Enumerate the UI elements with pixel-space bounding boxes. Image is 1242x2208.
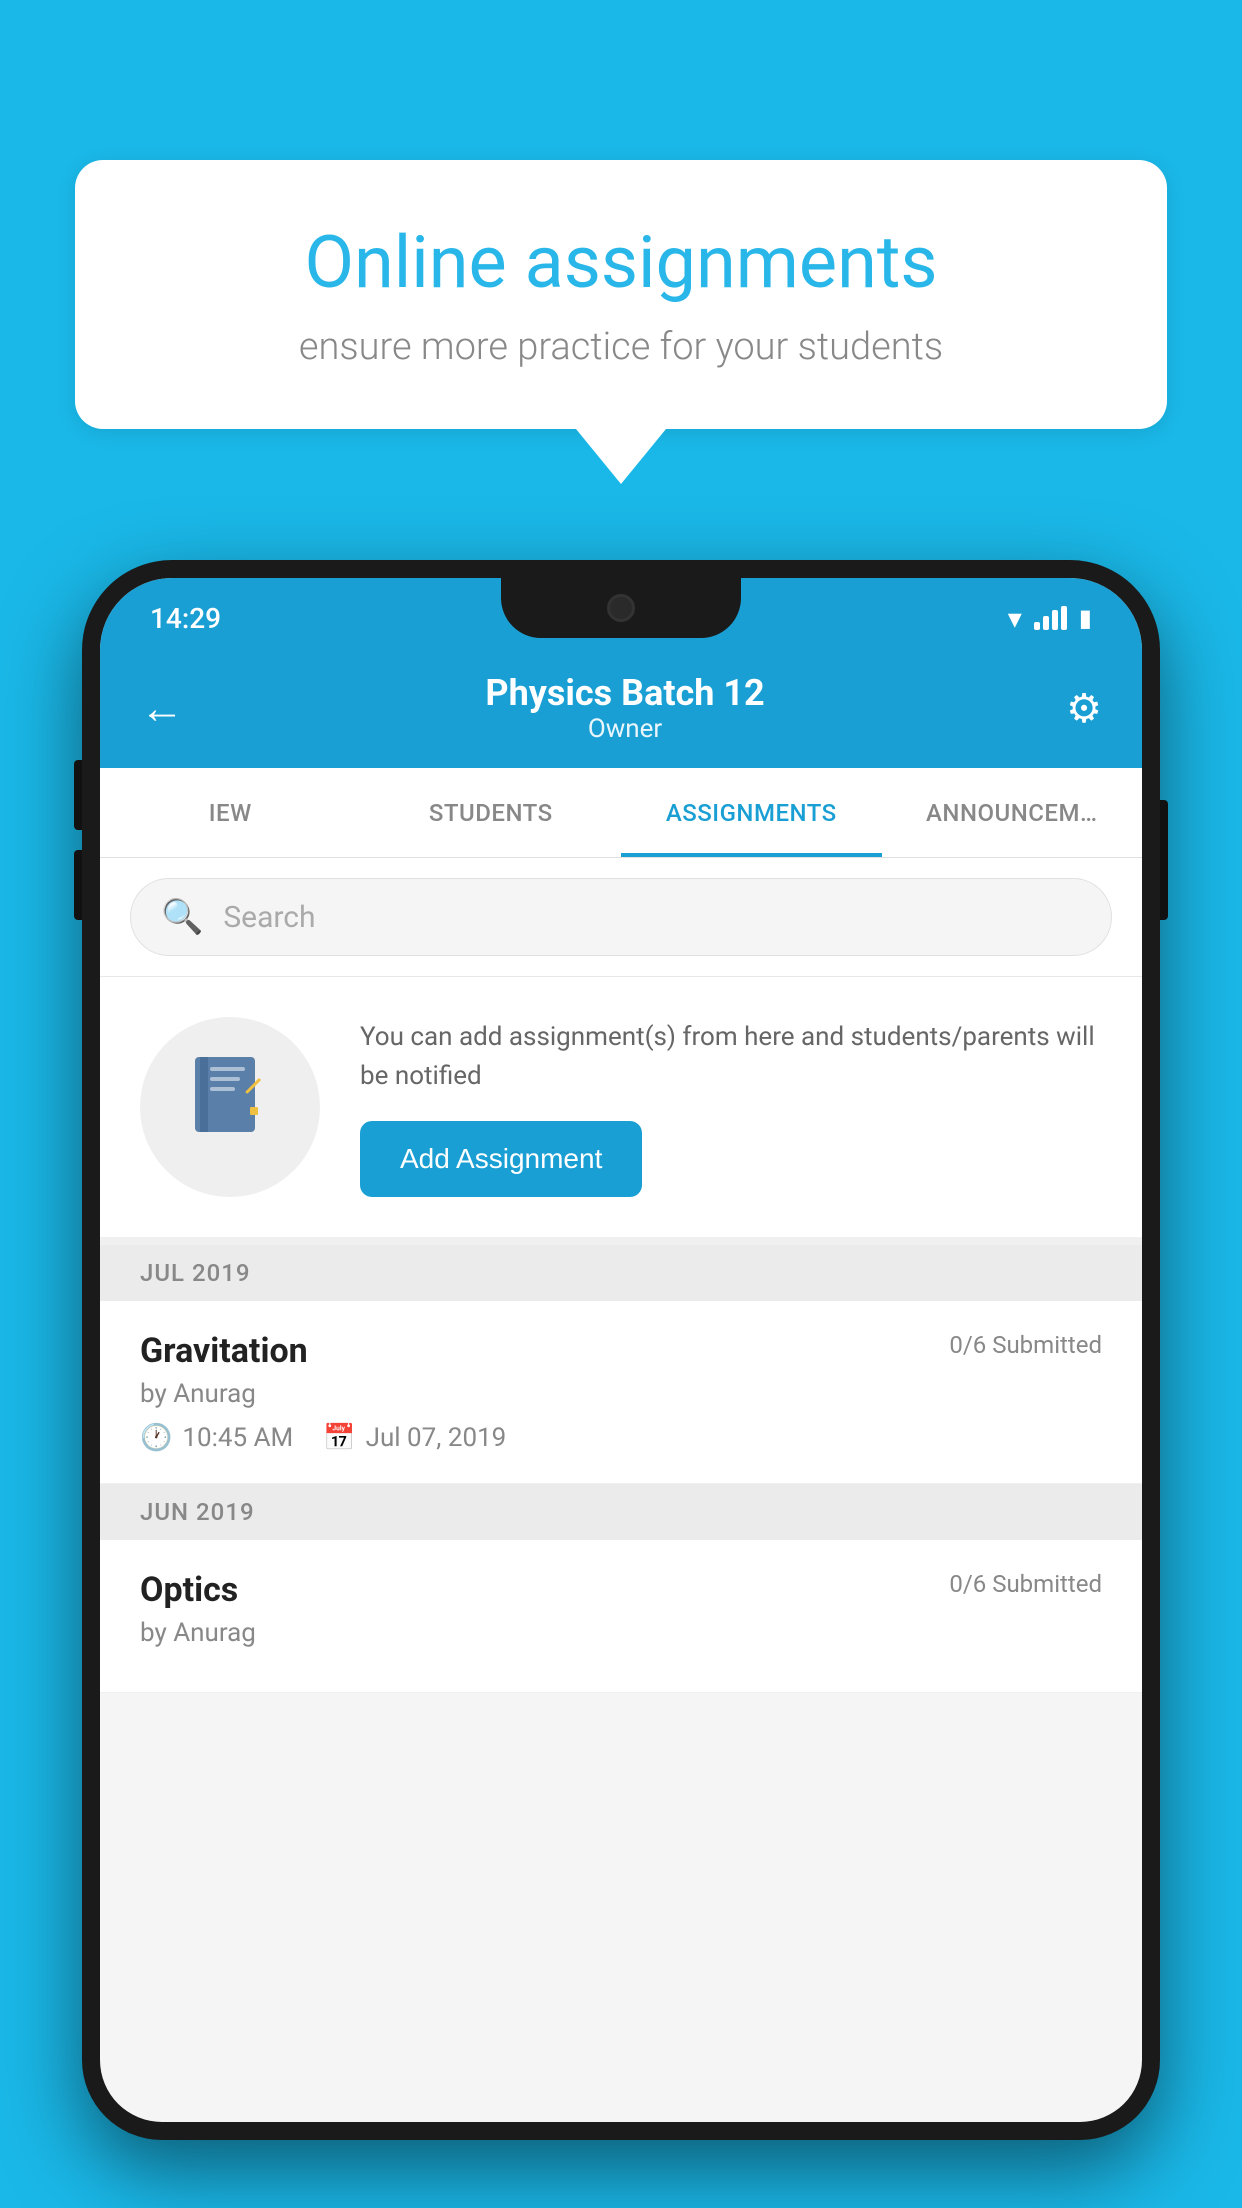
app-header: ← Physics Batch 12 Owner ⚙ — [100, 648, 1142, 768]
tab-assignments[interactable]: ASSIGNMENTS — [621, 768, 882, 857]
header-subtitle: Owner — [485, 714, 764, 744]
calendar-icon: 📅 — [323, 1423, 355, 1453]
assignment-top-row: Gravitation 0/6 Submitted — [140, 1331, 1102, 1371]
power-button — [1160, 800, 1168, 920]
search-bar[interactable]: 🔍 Search — [130, 878, 1112, 956]
volume-up-button — [74, 760, 82, 830]
speech-bubble-section: Online assignments ensure more practice … — [75, 160, 1167, 484]
tab-iew[interactable]: IEW — [100, 768, 361, 857]
assignment-date: 📅 Jul 07, 2019 — [323, 1423, 506, 1453]
bubble-title: Online assignments — [145, 220, 1097, 305]
phone-screen: 14:29 ▾ ▮ ← Physics Batch 12 — [100, 578, 1142, 2122]
assignment-time: 🕐 10:45 AM — [140, 1423, 293, 1453]
battery-icon: ▮ — [1079, 604, 1092, 632]
front-camera — [607, 594, 635, 622]
assignment-item-optics[interactable]: Optics 0/6 Submitted by Anurag — [100, 1540, 1142, 1693]
search-input[interactable]: Search — [223, 900, 315, 935]
tab-announcements[interactable]: ANNOUNCEM… — [882, 768, 1143, 857]
phone-notch — [501, 578, 741, 638]
bubble-arrow — [576, 429, 666, 484]
assignment-item-gravitation[interactable]: Gravitation 0/6 Submitted by Anurag 🕐 10… — [100, 1301, 1142, 1484]
signal-icon — [1034, 606, 1067, 630]
assignment-meta: 🕐 10:45 AM 📅 Jul 07, 2019 — [140, 1423, 1102, 1453]
notebook-icon — [190, 1052, 270, 1162]
assignment-optics-author: by Anurag — [140, 1618, 1102, 1648]
header-title-group: Physics Batch 12 Owner — [485, 672, 764, 744]
speech-bubble-card: Online assignments ensure more practice … — [75, 160, 1167, 429]
volume-down-button — [74, 850, 82, 920]
status-time: 14:29 — [150, 602, 221, 635]
assignment-submitted: 0/6 Submitted — [949, 1331, 1102, 1359]
assignment-optics-top-row: Optics 0/6 Submitted — [140, 1570, 1102, 1610]
month-separator-jun: JUN 2019 — [100, 1484, 1142, 1540]
phone-device: 14:29 ▾ ▮ ← Physics Batch 12 — [82, 560, 1160, 2208]
notebook-icon-circle — [140, 1017, 320, 1197]
month-separator-jul: JUL 2019 — [100, 1245, 1142, 1301]
phone-body: 14:29 ▾ ▮ ← Physics Batch 12 — [82, 560, 1160, 2140]
clock-icon: 🕐 — [140, 1423, 172, 1453]
assignment-optics-title: Optics — [140, 1570, 238, 1610]
add-assignment-button[interactable]: Add Assignment — [360, 1121, 642, 1197]
header-title: Physics Batch 12 — [485, 672, 764, 714]
search-icon: 🔍 — [161, 897, 203, 937]
status-icons: ▾ ▮ — [1008, 602, 1092, 635]
info-text-group: You can add assignment(s) from here and … — [360, 1018, 1102, 1197]
info-description: You can add assignment(s) from here and … — [360, 1018, 1102, 1096]
settings-button[interactable]: ⚙ — [1066, 685, 1102, 732]
info-card: You can add assignment(s) from here and … — [100, 977, 1142, 1245]
tab-students[interactable]: STUDENTS — [361, 768, 622, 857]
assignment-title: Gravitation — [140, 1331, 308, 1371]
search-container: 🔍 Search — [100, 858, 1142, 977]
back-button[interactable]: ← — [140, 682, 184, 734]
assignment-optics-submitted: 0/6 Submitted — [949, 1570, 1102, 1598]
assignment-author: by Anurag — [140, 1379, 1102, 1409]
tabs-bar: IEW STUDENTS ASSIGNMENTS ANNOUNCEM… — [100, 768, 1142, 858]
bubble-subtitle: ensure more practice for your students — [145, 325, 1097, 369]
wifi-icon: ▾ — [1008, 602, 1022, 635]
